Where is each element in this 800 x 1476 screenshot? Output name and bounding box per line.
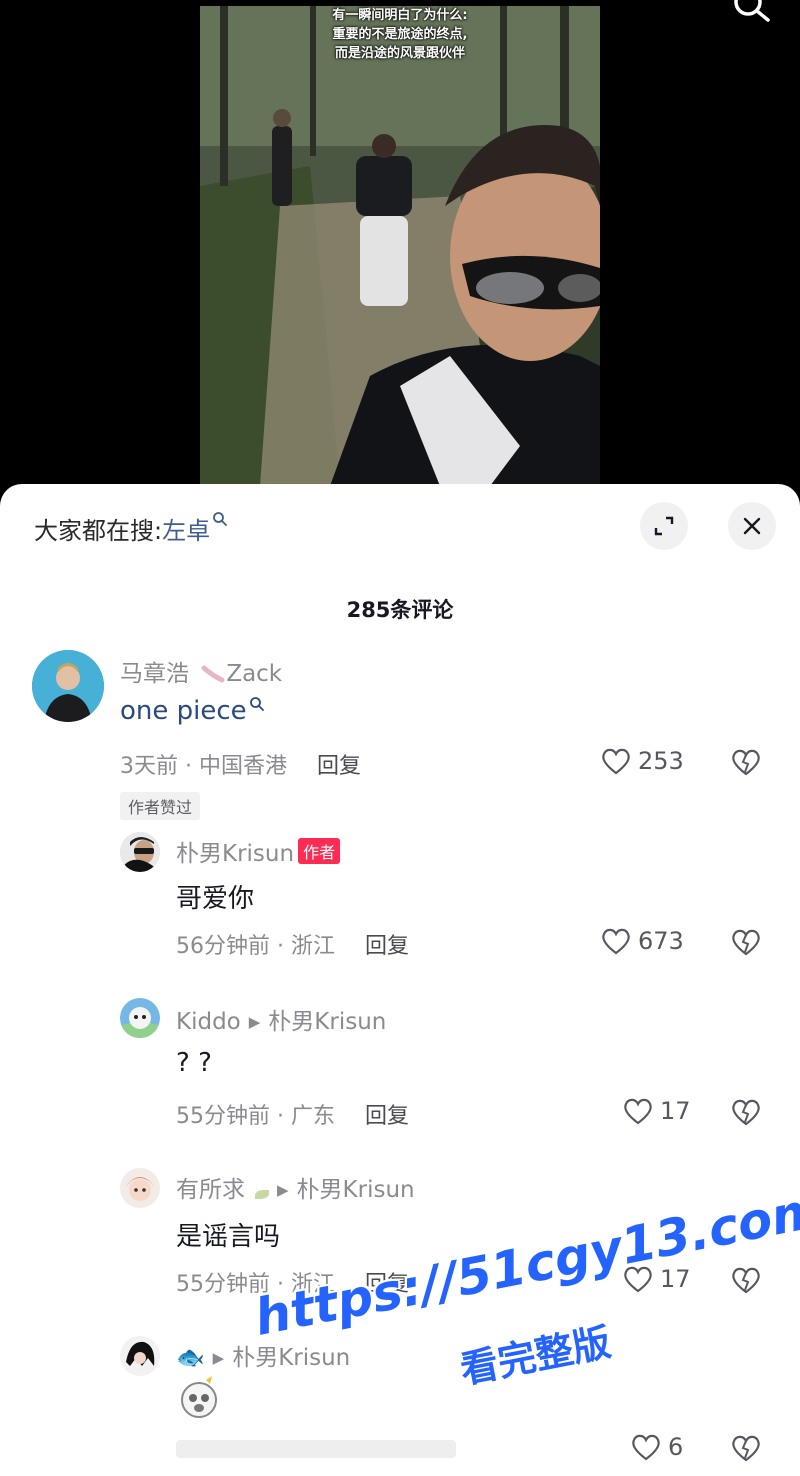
heart-icon — [624, 1266, 652, 1293]
author-liked-badge: 作者赞过 — [120, 792, 201, 820]
broken-heart-icon[interactable] — [730, 1433, 762, 1463]
reply-item: Kiddo ▶ 朴男Krisun ? ? 55分钟前 · 广东 回复 17 — [0, 998, 800, 1138]
comment-text[interactable]: one piece — [120, 696, 265, 726]
search-icon — [213, 512, 227, 526]
comments-header: 大家都在搜:左卓 — [0, 484, 800, 568]
comment-meta: 3天前 · 中国香港 回复 — [120, 754, 362, 779]
comment-author[interactable]: 马章浩 Zack — [120, 654, 282, 688]
comment-time: 56分钟前 — [176, 934, 270, 959]
caption-line-1: 有一瞬间明白了为什么: — [332, 8, 468, 23]
avatar[interactable] — [120, 832, 160, 872]
reply-button[interactable]: 回复 — [365, 1272, 409, 1297]
like-count: 6 — [668, 1433, 684, 1461]
caption-line-2: 重要的不是旅途的终点, — [332, 27, 468, 42]
like-button[interactable]: 6 — [630, 1432, 683, 1462]
comment-time: 3天前 — [120, 754, 178, 779]
comment-location: 中国香港 — [198, 754, 287, 779]
avatar[interactable] — [120, 1336, 160, 1376]
trending-search-hint[interactable]: 大家都在搜:左卓 — [34, 511, 228, 546]
like-button[interactable]: 17 — [622, 1264, 691, 1294]
avatar-image — [32, 650, 104, 722]
comment-text[interactable]: 是谣言吗 — [176, 1216, 280, 1253]
reply-button[interactable]: 回复 — [365, 934, 409, 959]
comment-author[interactable]: Kiddo ▶ 朴男Krisun — [176, 1002, 386, 1036]
like-count: 253 — [638, 747, 684, 775]
sticker-emoji-icon[interactable] — [176, 1374, 222, 1420]
comment-keyword-link[interactable]: one piece — [120, 696, 247, 726]
like-count: 17 — [660, 1097, 691, 1125]
author-name[interactable]: 有所求 — [176, 1177, 245, 1203]
comment-meta: 55分钟前 · 浙江 回复 — [176, 1272, 410, 1297]
author-name[interactable]: Kiddo — [176, 1009, 241, 1035]
avatar-image — [120, 1336, 160, 1376]
video-player[interactable]: 有一瞬间明白了为什么: 重要的不是旅途的终点, 而是沿途的风景跟伙伴 — [0, 0, 800, 500]
broken-heart-icon[interactable] — [730, 747, 762, 777]
comment-location: 浙江 — [290, 1272, 335, 1297]
search-icon — [249, 697, 264, 711]
avatar-image — [120, 998, 160, 1038]
author-name[interactable]: 朴男Krisun — [176, 841, 294, 867]
reply-arrow-icon: ▶ — [277, 1181, 289, 1199]
comment-count: 285条评论 — [346, 598, 454, 622]
like-count: 17 — [660, 1265, 691, 1293]
bow-emoji-icon — [201, 665, 225, 683]
author-suffix: Zack — [226, 661, 283, 687]
comment-location: 浙江 — [290, 934, 335, 959]
comment-time: 55分钟前 — [176, 1272, 270, 1297]
like-button[interactable]: 253 — [600, 746, 684, 776]
broken-heart-icon[interactable] — [730, 1097, 762, 1127]
reply-arrow-icon: ▶ — [212, 1349, 225, 1367]
author-name[interactable]: 马章浩 — [120, 661, 189, 687]
avatar[interactable] — [120, 1168, 160, 1208]
trending-search-label: 大家都在搜: — [34, 517, 163, 545]
comment-author[interactable]: 🐟 ▶ 朴男Krisun — [176, 1338, 350, 1372]
reply-item: 朴男Krisun 作者 哥爱你 56分钟前 · 浙江 回复 673 — [0, 830, 800, 970]
expand-icon — [654, 516, 674, 536]
close-icon — [743, 517, 761, 535]
reply-to-name[interactable]: 朴男Krisun — [232, 1345, 350, 1371]
caption-line-3: 而是沿途的风景跟伙伴 — [334, 46, 465, 61]
reply-item: 🐟 ▶ 朴男Krisun 6 — [0, 1334, 800, 1476]
heart-icon — [624, 1098, 652, 1125]
like-button[interactable]: 673 — [600, 926, 684, 956]
comment-meta-placeholder — [176, 1440, 456, 1458]
heart-icon — [602, 928, 630, 955]
broken-heart-icon[interactable] — [730, 1265, 762, 1295]
leaf-emoji-icon — [255, 1190, 269, 1199]
reply-button[interactable]: 回复 — [317, 754, 361, 779]
reply-button[interactable]: 回复 — [365, 1104, 409, 1129]
close-button[interactable] — [728, 502, 776, 550]
comment-time: 55分钟前 — [176, 1104, 270, 1129]
trending-search-keyword[interactable]: 左卓 — [162, 517, 210, 545]
video-scene-image — [200, 6, 600, 486]
comment-author[interactable]: 朴男Krisun 作者 — [176, 834, 341, 868]
video-frame[interactable]: 有一瞬间明白了为什么: 重要的不是旅途的终点, 而是沿途的风景跟伙伴 — [200, 6, 600, 486]
heart-icon — [632, 1434, 660, 1461]
comment-item: 马章浩 Zack one piece 3天前 · 中国香港 回复 253 作者赞过 — [0, 648, 800, 828]
author-name[interactable]: 🐟 — [176, 1345, 205, 1371]
like-count: 673 — [638, 927, 684, 955]
comment-meta: 56分钟前 · 浙江 回复 — [176, 934, 410, 959]
comments-panel: 大家都在搜:左卓 285条评论 马章浩 Zack one piece 3天前 ·… — [0, 484, 800, 1476]
avatar[interactable] — [32, 650, 104, 722]
reply-arrow-icon: ▶ — [248, 1013, 261, 1031]
comment-text[interactable]: ? ? — [176, 1048, 212, 1078]
search-icon[interactable] — [730, 0, 774, 24]
video-caption: 有一瞬间明白了为什么: 重要的不是旅途的终点, 而是沿途的风景跟伙伴 — [200, 6, 600, 63]
expand-button[interactable] — [640, 502, 688, 550]
comment-location: 广东 — [290, 1104, 335, 1129]
like-button[interactable]: 17 — [622, 1096, 691, 1126]
comment-author[interactable]: 有所求 ▶ 朴男Krisun — [176, 1170, 415, 1204]
broken-heart-icon[interactable] — [730, 927, 762, 957]
comment-text[interactable]: 哥爱你 — [176, 878, 254, 915]
avatar[interactable] — [120, 998, 160, 1038]
heart-icon — [602, 748, 630, 775]
avatar-image — [120, 832, 160, 872]
avatar-image — [120, 1168, 160, 1208]
author-tag-badge: 作者 — [298, 838, 341, 864]
comment-meta: 55分钟前 · 广东 回复 — [176, 1104, 410, 1129]
reply-to-name[interactable]: 朴男Krisun — [268, 1009, 386, 1035]
reply-to-name[interactable]: 朴男Krisun — [297, 1177, 415, 1203]
reply-item: 有所求 ▶ 朴男Krisun 是谣言吗 55分钟前 · 浙江 回复 17 — [0, 1166, 800, 1306]
